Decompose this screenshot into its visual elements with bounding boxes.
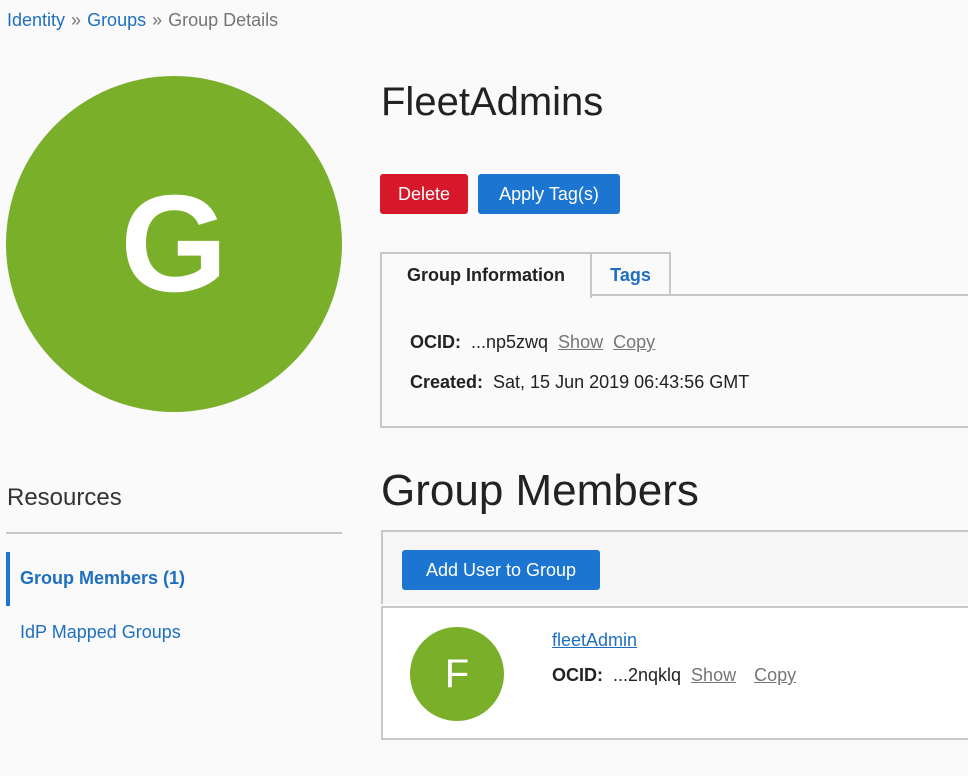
sidebar-item-group-members[interactable]: Group Members (1)	[20, 568, 185, 589]
tab-group-information[interactable]: Group Information	[380, 252, 592, 298]
resources-heading: Resources	[7, 484, 122, 511]
ocid-show-link[interactable]: Show	[558, 332, 603, 352]
ocid-copy-link[interactable]: Copy	[613, 332, 655, 352]
member-name-link[interactable]: fleetAdmin	[552, 630, 637, 651]
tab-tags[interactable]: Tags	[592, 252, 671, 295]
ocid-value: ...np5zwq	[471, 332, 549, 352]
breadcrumb-separator: »	[71, 10, 82, 30]
member-ocid-row: OCID: ...2nqklq Show Copy	[552, 665, 796, 686]
member-ocid-show-link[interactable]: Show	[691, 665, 736, 685]
breadcrumb: Identity» Groups» Group Details	[7, 10, 278, 31]
apply-tags-button[interactable]: Apply Tag(s)	[478, 174, 620, 214]
created-value: Sat, 15 Jun 2019 06:43:56 GMT	[493, 372, 750, 392]
delete-button[interactable]: Delete	[380, 174, 468, 214]
created-row: Created: Sat, 15 Jun 2019 06:43:56 GMT	[410, 372, 749, 393]
group-members-heading: Group Members	[381, 466, 699, 515]
member-avatar: F	[410, 627, 504, 721]
member-ocid-value: ...2nqklq	[613, 665, 682, 685]
active-indicator	[6, 552, 10, 606]
detail-tabs: Group Information Tags	[380, 252, 968, 298]
breadcrumb-separator: »	[152, 10, 163, 30]
group-information-panel: OCID: ...np5zwq Show Copy Created: Sat, 15 J…	[380, 294, 968, 428]
breadcrumb-identity-link[interactable]: Identity	[7, 10, 65, 30]
member-ocid-copy-link[interactable]: Copy	[754, 665, 796, 685]
resources-divider	[6, 532, 342, 534]
member-ocid-label: OCID:	[552, 665, 603, 685]
add-user-to-group-button[interactable]: Add User to Group	[402, 550, 600, 590]
breadcrumb-groups-link[interactable]: Groups	[87, 10, 146, 30]
created-label: Created:	[410, 372, 484, 392]
page-title: FleetAdmins	[381, 80, 604, 124]
ocid-label: OCID:	[410, 332, 461, 352]
sidebar-item-idp-mapped-groups[interactable]: IdP Mapped Groups	[20, 622, 181, 643]
breadcrumb-current: Group Details	[168, 10, 279, 30]
group-avatar: G	[6, 76, 342, 412]
ocid-row: OCID: ...np5zwq Show Copy	[410, 332, 655, 353]
